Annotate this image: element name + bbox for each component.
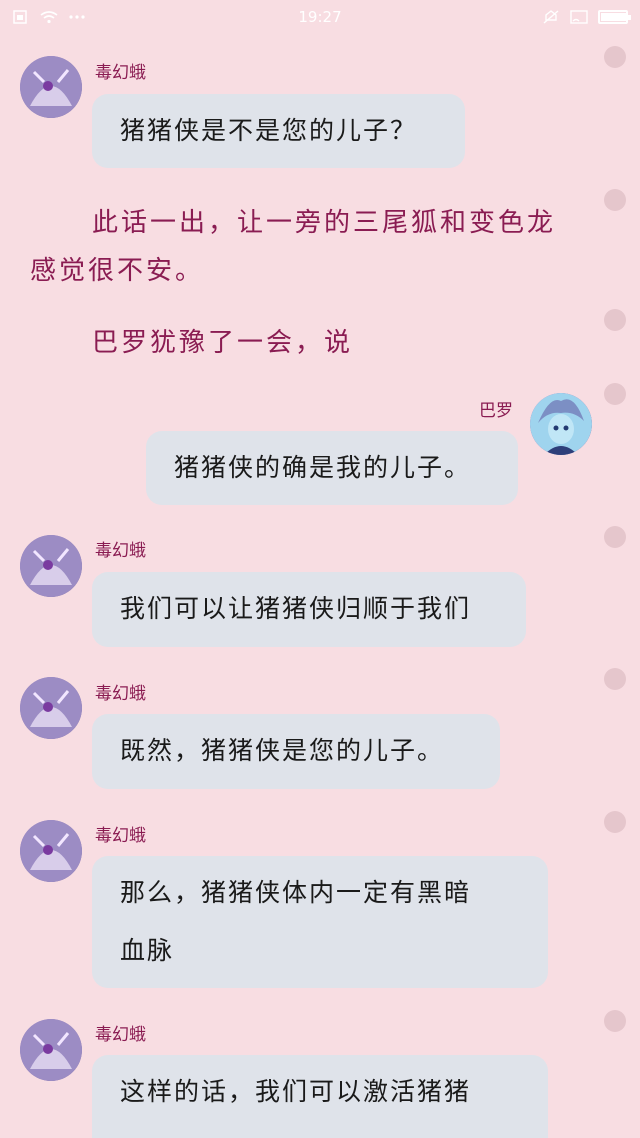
select-radio[interactable]	[604, 46, 626, 68]
battery-icon	[598, 10, 631, 24]
select-radio[interactable]	[604, 811, 626, 833]
wifi-icon	[40, 10, 58, 24]
cast-icon	[570, 10, 588, 24]
message-text: 我们可以让猪猪侠归顺于我们	[120, 594, 472, 623]
message-bubble[interactable]: 那么，猪猪侠体内一定有黑暗 血脉	[92, 856, 548, 988]
message-text: 血脉	[120, 936, 175, 965]
sender-name: 毒幻蛾	[95, 63, 146, 83]
more-dots-icon	[68, 10, 86, 24]
message-bubble[interactable]: 既然，猪猪侠是您的儿子。	[92, 714, 500, 789]
status-bar: 19:27	[0, 0, 640, 34]
message-bubble[interactable]: 这样的话，我们可以激活猪猪	[92, 1055, 548, 1138]
message-text: 既然，猪猪侠是您的儿子。	[120, 736, 445, 765]
sender-name: 毒幻蛾	[95, 684, 146, 704]
select-radio[interactable]	[604, 668, 626, 690]
narration-line: 此话一出，让一旁的三尾狐和变色龙	[92, 208, 557, 238]
avatar-duhuan-e[interactable]	[20, 820, 82, 882]
avatar-duhuan-e[interactable]	[20, 1019, 82, 1081]
select-radio[interactable]	[604, 526, 626, 548]
sender-name: 毒幻蛾	[95, 826, 146, 846]
narration-line: 感觉很不安。	[30, 256, 205, 286]
status-left	[12, 10, 86, 24]
message-text: 那么，猪猪侠体内一定有黑暗	[120, 878, 472, 907]
message-text: 猪猪侠是不是您的儿子？	[120, 116, 418, 145]
battery-fill	[601, 13, 626, 21]
sender-name: 巴罗	[479, 401, 513, 421]
message-text: 猪猪侠的确是我的儿子。	[174, 453, 472, 482]
avatar-duhuan-e[interactable]	[20, 56, 82, 118]
select-radio[interactable]	[604, 189, 626, 211]
avatar-duhuan-e[interactable]	[20, 535, 82, 597]
avatar-duhuan-e[interactable]	[20, 677, 82, 739]
message-bubble[interactable]: 我们可以让猪猪侠归顺于我们	[92, 572, 526, 647]
select-radio[interactable]	[604, 1010, 626, 1032]
mute-icon	[542, 10, 560, 24]
sender-name: 毒幻蛾	[95, 541, 146, 561]
sender-name: 毒幻蛾	[95, 1025, 146, 1045]
sim-icon	[12, 10, 30, 24]
select-radio[interactable]	[604, 309, 626, 331]
avatar-baluo[interactable]	[530, 393, 592, 455]
message-bubble[interactable]: 猪猪侠的确是我的儿子。	[146, 431, 518, 505]
status-right	[542, 10, 631, 24]
select-radio[interactable]	[604, 383, 626, 405]
message-text: 这样的话，我们可以激活猪猪	[120, 1077, 472, 1106]
narration-line: 巴罗犹豫了一会，说	[92, 328, 354, 358]
status-time: 19:27	[298, 8, 342, 26]
message-bubble[interactable]: 猪猪侠是不是您的儿子？	[92, 94, 465, 168]
